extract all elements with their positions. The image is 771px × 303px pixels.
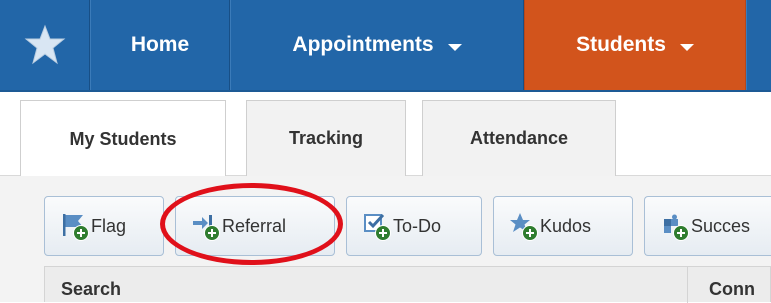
success-plan-button-label: Succes xyxy=(691,215,751,236)
checkbox-icon xyxy=(361,211,391,241)
flag-button-label: Flag xyxy=(91,215,127,236)
star-icon xyxy=(508,211,538,241)
nav-appointments-label: Appointments xyxy=(292,33,434,56)
todo-button[interactable]: To-Do xyxy=(346,196,482,256)
column-divider xyxy=(687,267,688,303)
tab-my-students[interactable]: My Students xyxy=(20,100,226,177)
nav-students-label: Students xyxy=(576,33,666,56)
table-header: Search Conn xyxy=(44,266,771,303)
nav-item-overflow[interactable] xyxy=(746,0,771,90)
starfish-logo-icon[interactable] xyxy=(0,0,90,90)
nav-appointments[interactable]: Appointments xyxy=(230,0,524,90)
tab-my-students-label: My Students xyxy=(69,128,177,149)
nav-home-label: Home xyxy=(130,33,190,56)
tab-tracking-label: Tracking xyxy=(288,128,364,148)
add-plus-icon xyxy=(73,225,89,241)
tab-attendance[interactable]: Attendance xyxy=(422,100,616,176)
column-header-search[interactable]: Search xyxy=(61,279,121,300)
flag-icon xyxy=(59,211,89,241)
column-header-connections[interactable]: Conn xyxy=(709,279,755,300)
success-plan-button[interactable]: Succes xyxy=(644,196,771,256)
add-plus-icon xyxy=(673,225,689,241)
tab-attendance-label: Attendance xyxy=(469,128,568,148)
nav-students[interactable]: Students xyxy=(524,0,746,90)
nav-home[interactable]: Home xyxy=(90,0,230,90)
add-plus-icon xyxy=(375,225,391,241)
kudos-button[interactable]: Kudos xyxy=(493,196,633,256)
todo-button-label: To-Do xyxy=(393,215,442,236)
puzzle-icon xyxy=(659,211,689,241)
flag-button[interactable]: Flag xyxy=(44,196,164,256)
chevron-down-icon xyxy=(447,43,462,51)
add-plus-icon xyxy=(522,225,538,241)
highlight-annotation-circle xyxy=(160,183,343,265)
kudos-button-label: Kudos xyxy=(540,215,592,236)
tab-tracking[interactable]: Tracking xyxy=(246,100,406,176)
chevron-down-icon xyxy=(679,43,694,51)
top-navbar: Home Appointments Students xyxy=(0,0,771,92)
